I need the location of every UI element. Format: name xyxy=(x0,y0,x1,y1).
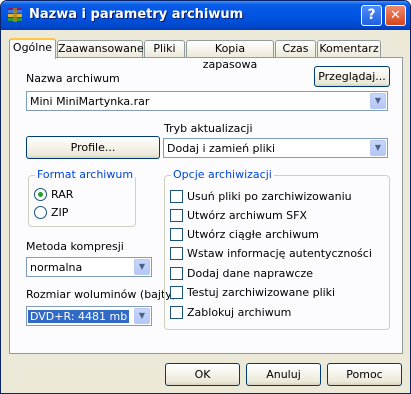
tab-files[interactable]: Pliki xyxy=(144,40,185,57)
delete-files-label[interactable]: Usuń pliki po zarchiwizowaniu xyxy=(187,190,352,203)
format-rar-radio[interactable] xyxy=(34,188,47,201)
tab-advanced[interactable]: Zaawansowane xyxy=(57,40,144,57)
close-button[interactable]: ✕ xyxy=(385,5,406,26)
sfx-checkbox[interactable] xyxy=(170,209,183,222)
recovery-record-label[interactable]: Dodaj dane naprawcze xyxy=(187,267,313,280)
volume-size-label: Rozmiar woluminów (bajty) xyxy=(26,288,177,301)
volume-size-value: DVD+R: 4481 mb xyxy=(28,310,130,323)
cancel-button[interactable]: Anuluj xyxy=(246,363,321,386)
format-group-label: Format archiwum xyxy=(35,168,136,181)
authenticity-checkbox[interactable] xyxy=(170,247,183,260)
winrar-icon xyxy=(8,8,22,22)
archive-name-combo[interactable]: Mini MiniMartynka.rar ▼ xyxy=(26,91,388,111)
authenticity-label[interactable]: Wstaw informację autentyczności xyxy=(187,247,372,260)
update-mode-combo[interactable]: Dodaj i zamień pliki ▼ xyxy=(163,138,388,158)
recovery-record-checkbox[interactable] xyxy=(170,267,183,280)
format-rar-label[interactable]: RAR xyxy=(51,188,73,201)
tab-time[interactable]: Czas xyxy=(275,40,316,57)
delete-files-checkbox[interactable] xyxy=(170,190,183,203)
chevron-down-icon[interactable]: ▼ xyxy=(370,140,386,156)
chevron-down-icon[interactable]: ▼ xyxy=(134,259,150,275)
format-group xyxy=(28,175,136,227)
dialog-window: Nazwa i parametry archiwum ? ✕ Nazwa arc… xyxy=(0,0,411,394)
tab-backup[interactable]: Kopia zapasowa xyxy=(186,40,274,71)
options-group-label: Opcje archiwizacji xyxy=(171,168,274,181)
update-mode-value: Dodaj i zamień pliki xyxy=(167,142,276,155)
archive-name-value: Mini MiniMartynka.rar xyxy=(30,95,150,108)
compression-combo[interactable]: normalna ▼ xyxy=(26,257,152,277)
help-button[interactable]: Pomoc xyxy=(327,363,402,386)
title-bar[interactable]: Nazwa i parametry archiwum ? ✕ xyxy=(1,1,410,30)
sfx-label[interactable]: Utwórz archiwum SFX xyxy=(187,209,307,222)
volume-size-combo[interactable]: DVD+R: 4481 mb ▼ xyxy=(26,306,152,326)
help-title-button[interactable]: ? xyxy=(361,5,382,26)
browse-button[interactable]: Przeglądaj... xyxy=(314,66,390,87)
lock-archive-checkbox[interactable] xyxy=(170,306,183,319)
lock-archive-label[interactable]: Zablokuj archiwum xyxy=(187,306,291,319)
test-files-checkbox[interactable] xyxy=(170,286,183,299)
chevron-down-icon[interactable]: ▼ xyxy=(370,93,386,109)
solid-archive-checkbox[interactable] xyxy=(170,228,183,241)
window-title: Nazwa i parametry archiwum xyxy=(29,7,244,22)
format-zip-label[interactable]: ZIP xyxy=(51,206,68,219)
solid-archive-label[interactable]: Utwórz ciągłe archiwum xyxy=(187,228,319,241)
compression-label: Metoda kompresji xyxy=(26,240,124,253)
general-tab-panel: Nazwa archiwum Przeglądaj... Mini MiniMa… xyxy=(9,57,403,354)
profiles-button[interactable]: Profile... xyxy=(26,136,160,159)
format-zip-radio[interactable] xyxy=(34,206,47,219)
tab-general[interactable]: Ogólne xyxy=(9,38,56,59)
archive-name-label: Nazwa archiwum xyxy=(26,72,120,85)
chevron-down-icon[interactable]: ▼ xyxy=(134,308,150,324)
tab-comment[interactable]: Komentarz xyxy=(317,40,381,57)
compression-value: normalna xyxy=(30,261,83,274)
update-mode-label: Tryb aktualizacji xyxy=(164,122,253,135)
ok-button[interactable]: OK xyxy=(165,363,240,386)
test-files-label[interactable]: Testuj zarchiwizowane pliki xyxy=(187,286,335,299)
